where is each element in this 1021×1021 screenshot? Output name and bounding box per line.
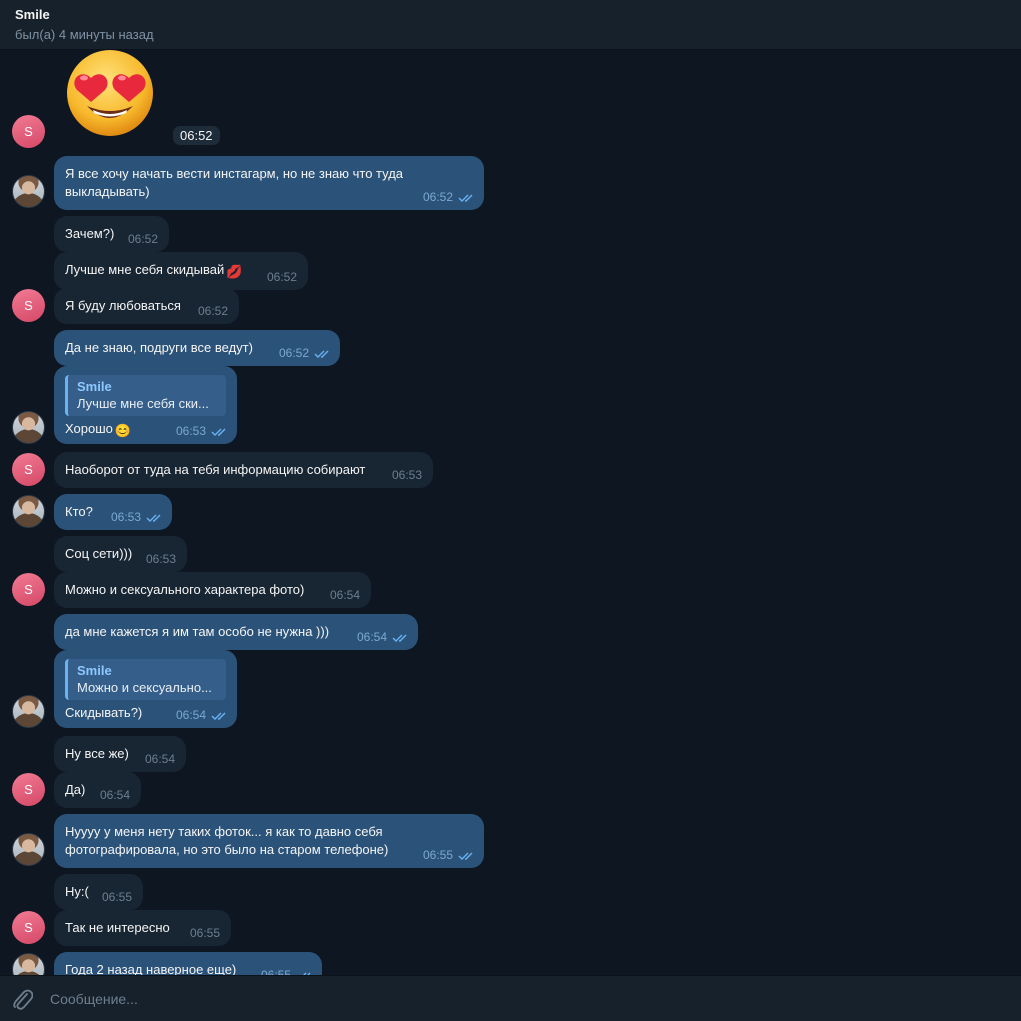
message-text: Хорошо xyxy=(65,421,113,436)
incoming-message[interactable]: Ну:( 06:55 xyxy=(54,874,143,910)
message-text: Да) xyxy=(65,782,86,797)
double-check-icon xyxy=(392,634,407,642)
double-check-icon xyxy=(211,428,226,436)
heart-eyes-emoji-icon xyxy=(67,50,153,136)
message-list[interactable]: 06:52 S Я все хочу начать вести инстагар… xyxy=(0,50,1021,975)
message-time: 06:54 xyxy=(356,630,387,644)
outgoing-message[interactable]: да мне кажется я им там особо не нужна )… xyxy=(54,614,418,650)
message-text: Зачем?) xyxy=(65,226,115,241)
own-avatar[interactable] xyxy=(12,411,45,444)
message-text: Ну все же) xyxy=(65,746,129,761)
incoming-message[interactable]: Лучше мне себя скидывай 💋 06:52 xyxy=(54,252,308,290)
message-time: 06:53 xyxy=(175,424,206,438)
contact-avatar[interactable]: S xyxy=(12,289,45,322)
message-text: Соц сети))) xyxy=(65,546,133,561)
contact-name[interactable]: Smile xyxy=(15,7,50,22)
message-time: 06:55 xyxy=(189,926,220,940)
message-text: Кто? xyxy=(65,504,93,519)
message-composer xyxy=(0,975,1021,1021)
message-time: 06:52 xyxy=(173,126,220,145)
reply-author: Smile xyxy=(77,379,112,394)
reply-text: Можно и сексуально... xyxy=(77,680,212,695)
double-check-icon xyxy=(211,712,226,720)
message-text: Я буду любоваться xyxy=(65,298,181,313)
message-input[interactable] xyxy=(48,984,992,1014)
contact-avatar[interactable]: S xyxy=(12,773,45,806)
message-time: 06:54 xyxy=(329,588,360,602)
reply-text: Лучше мне себя ски... xyxy=(77,396,209,411)
message-time: 06:53 xyxy=(145,552,176,566)
message-time: 06:54 xyxy=(99,788,130,802)
kiss-lips-emoji: 💋 xyxy=(226,264,243,279)
smile-emoji: 😊 xyxy=(114,423,132,438)
outgoing-reply-message[interactable]: Smile Можно и сексуально... Скидывать?) … xyxy=(54,650,237,728)
message-text: Можно и сексуального характера фото) xyxy=(65,582,305,597)
message-text: Так не интересно xyxy=(65,920,170,935)
incoming-message[interactable]: Зачем?) 06:52 xyxy=(54,216,169,252)
incoming-message[interactable]: Соц сети))) 06:53 xyxy=(54,536,187,572)
message-text: Скидывать?) xyxy=(65,705,143,720)
message-time: 06:54 xyxy=(175,708,206,722)
incoming-message[interactable]: Можно и сексуального характера фото) 06:… xyxy=(54,572,371,608)
reply-quote[interactable]: Smile Можно и сексуально... xyxy=(65,659,226,700)
message-time: 06:52 xyxy=(197,304,228,318)
message-text: Да не знаю, подруги все ведут) xyxy=(65,340,253,355)
double-check-icon xyxy=(458,852,473,860)
contact-status: был(а) 4 минуты назад xyxy=(15,27,154,42)
reply-quote[interactable]: Smile Лучше мне себя ски... xyxy=(65,375,226,416)
message-text: Ну:( xyxy=(65,884,89,899)
outgoing-message[interactable]: Я все хочу начать вести инстагарм, но не… xyxy=(54,156,484,210)
incoming-message[interactable]: Наоборот от туда на тебя информацию соби… xyxy=(54,452,433,488)
contact-avatar[interactable]: S xyxy=(12,573,45,606)
double-check-icon xyxy=(458,194,473,202)
sticker-message[interactable] xyxy=(63,50,157,138)
incoming-message[interactable]: Я буду любоваться 06:52 xyxy=(54,288,239,324)
message-time: 06:54 xyxy=(144,752,175,766)
message-text: Наоборот от туда на тебя информацию соби… xyxy=(65,462,366,477)
message-time: 06:52 xyxy=(278,346,309,360)
outgoing-message[interactable]: Года 2 назад наверное еще) 06:55 xyxy=(54,952,322,975)
message-time: 06:52 xyxy=(127,232,158,246)
message-text: Я все хочу начать вести инстагарм, но не… xyxy=(65,166,404,199)
incoming-message[interactable]: Ну все же) 06:54 xyxy=(54,736,186,772)
contact-avatar[interactable]: S xyxy=(12,911,45,944)
message-time: 06:55 xyxy=(422,848,453,862)
double-check-icon xyxy=(314,350,329,358)
message-time: 06:52 xyxy=(266,270,297,284)
message-text: Нуууу у меня нету таких фоток... я как т… xyxy=(65,824,389,857)
outgoing-message[interactable]: Кто? 06:53 xyxy=(54,494,172,530)
own-avatar[interactable] xyxy=(12,953,45,975)
paperclip-icon[interactable] xyxy=(11,987,33,1011)
own-avatar[interactable] xyxy=(12,833,45,866)
own-avatar[interactable] xyxy=(12,695,45,728)
message-time: 06:52 xyxy=(422,190,453,204)
message-text: да мне кажется я им там особо не нужна )… xyxy=(65,624,330,639)
outgoing-message[interactable]: Да не знаю, подруги все ведут) 06:52 xyxy=(54,330,340,366)
outgoing-reply-message[interactable]: Smile Лучше мне себя ски... Хорошо 😊 06:5… xyxy=(54,366,237,444)
contact-avatar[interactable]: S xyxy=(12,115,45,148)
own-avatar[interactable] xyxy=(12,495,45,528)
message-text: Года 2 назад наверное еще) xyxy=(65,962,237,975)
contact-avatar[interactable]: S xyxy=(12,453,45,486)
message-time: 06:55 xyxy=(260,968,291,975)
message-time: 06:53 xyxy=(110,510,141,524)
incoming-message[interactable]: Да) 06:54 xyxy=(54,772,141,808)
message-text: Лучше мне себя скидывай xyxy=(65,262,225,277)
message-time: 06:53 xyxy=(391,468,422,482)
incoming-message[interactable]: Так не интересно 06:55 xyxy=(54,910,231,946)
chat-header[interactable]: Smile был(а) 4 минуты назад xyxy=(0,0,1021,50)
double-check-icon xyxy=(146,514,161,522)
own-avatar[interactable] xyxy=(12,175,45,208)
message-time: 06:55 xyxy=(101,890,132,904)
reply-author: Smile xyxy=(77,663,112,678)
outgoing-message[interactable]: Нуууу у меня нету таких фоток... я как т… xyxy=(54,814,484,868)
